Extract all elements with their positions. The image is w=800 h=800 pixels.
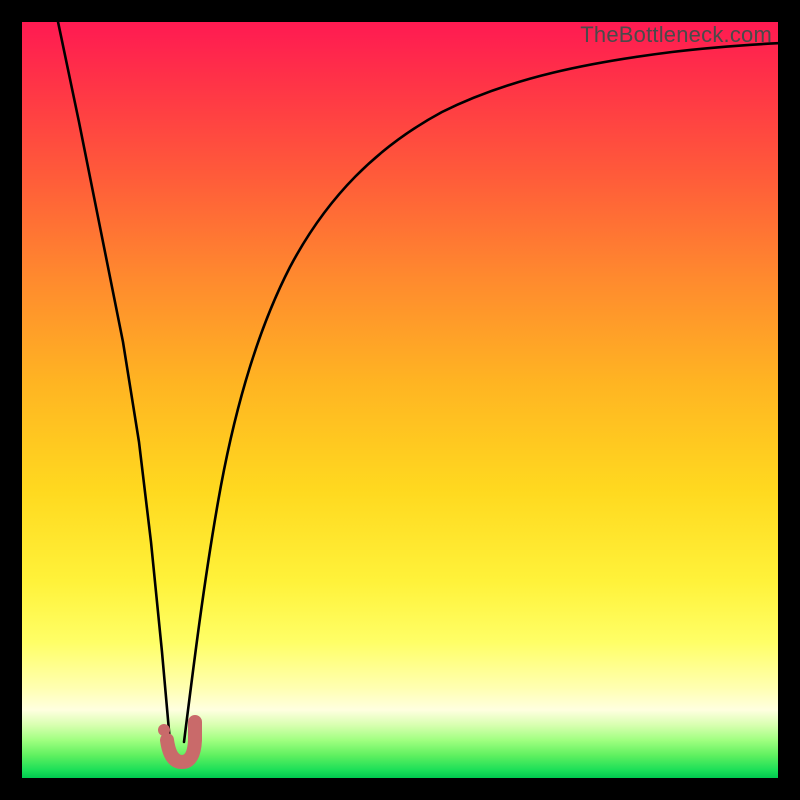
chart-curves xyxy=(22,22,778,778)
watermark-label: TheBottleneck.com xyxy=(580,22,772,48)
curve-right-branch xyxy=(184,43,778,742)
curve-left-branch xyxy=(57,22,170,742)
chart-frame: TheBottleneck.com xyxy=(0,0,800,800)
optimal-point-hook-icon xyxy=(167,722,195,762)
plot-area: TheBottleneck.com xyxy=(22,22,778,778)
